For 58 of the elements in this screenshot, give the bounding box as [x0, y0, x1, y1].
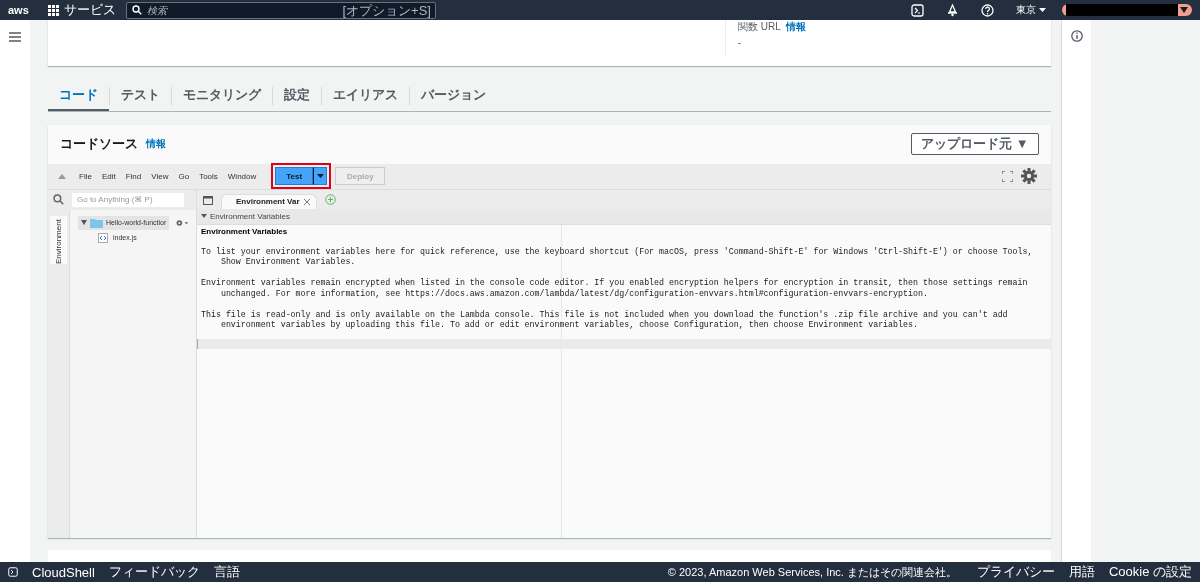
tab[interactable]: バージョン	[410, 81, 497, 112]
tab[interactable]: テスト	[110, 81, 171, 112]
editor-tab[interactable]: Environment Var	[221, 193, 317, 209]
gear-icon[interactable]	[175, 217, 190, 228]
menu-item[interactable]: File	[74, 171, 97, 181]
menu-item[interactable]: Tools	[194, 171, 223, 181]
copyright-text: © 2023, Amazon Web Services, Inc. またはその関連会社。	[667, 564, 957, 580]
services-menu[interactable]: サービス	[48, 1, 116, 19]
test-dropdown[interactable]	[313, 167, 328, 186]
aws-logo[interactable]: aws	[8, 4, 38, 16]
code-text: Environment variables remain encrypted when listed in the console code editor. If you enabled encryption helpers for encryption in transit, then those settings remain unchanged. For more information, see https://docs.aws.amazon.com/lambda/latest/dg/configuration-envvars.html#configuration-envvars-encryption.	[201, 278, 1029, 300]
menu-item[interactable]: Go	[173, 171, 195, 181]
tab[interactable]: 設定	[273, 81, 321, 112]
terminal-icon	[8, 567, 18, 577]
file-icon	[98, 232, 108, 243]
code-text: To list your environment variables here for quick reference, use the keyboard shortcut (For macOS, press 'Command-Shift-E' for Windows 'Ctrl-Shift-E') or choose Tools, Show Environment Variables.	[201, 246, 1034, 268]
caret-icon	[316, 174, 324, 179]
menu-item[interactable]: Edit	[96, 171, 121, 181]
settings-icon[interactable]	[1021, 168, 1037, 185]
help-icon[interactable]	[981, 3, 994, 17]
goto-field[interactable]: Go to Anything (⌘ P)	[72, 192, 184, 207]
menu-item[interactable]: Find	[120, 171, 147, 181]
info-icon[interactable]	[1070, 30, 1083, 42]
menu-item[interactable]: Window	[222, 171, 262, 181]
footer-link[interactable]: 言語	[213, 563, 240, 581]
search-icon	[132, 4, 142, 15]
grid-icon	[48, 4, 59, 16]
caret-icon	[1180, 7, 1188, 13]
search-icon	[53, 194, 64, 206]
test-button[interactable]: Test	[275, 167, 314, 186]
side-tab[interactable]: Environment	[48, 209, 70, 539]
caret-icon	[1039, 8, 1046, 12]
field-value: -	[738, 38, 742, 48]
info-link[interactable]: 情報	[785, 20, 806, 34]
menu-icon[interactable]	[9, 32, 21, 42]
footer-link[interactable]: Cookie の設定	[1108, 563, 1192, 581]
caret-icon	[201, 214, 207, 219]
footer-link[interactable]: 用語	[1068, 563, 1095, 581]
close-icon[interactable]	[303, 198, 310, 205]
shortcut-hint: [オプション+S]	[342, 1, 431, 20]
tab[interactable]: エイリアス	[322, 81, 409, 112]
footer-link[interactable]: CloudShell	[32, 564, 95, 580]
upload-button[interactable]: アップロード元 ▼	[911, 133, 1039, 156]
terminal-icon[interactable]	[911, 3, 924, 17]
panel-icon[interactable]	[203, 195, 213, 205]
fullscreen-icon[interactable]	[1002, 170, 1013, 182]
panel-title: コードソース	[60, 135, 138, 154]
info-link[interactable]: 情報	[146, 137, 166, 152]
footer-link[interactable]: プライバシー	[976, 563, 1055, 581]
tab[interactable]: モニタリング	[172, 81, 272, 112]
code-heading: Environment Variables	[201, 226, 289, 236]
code-text: This file is read-only and is only available on the Lambda console. This file is not included when you download the function's .zip file archive and you can't add environment variables by uploading this file. To add or edit environment variables, choose Configuration, then choose Environment variables.	[201, 309, 1009, 331]
bell-icon[interactable]	[946, 3, 959, 17]
footer-link[interactable]: フィードバック	[108, 563, 200, 581]
menu-item[interactable]: View	[146, 171, 174, 181]
region-menu[interactable]: 東京	[1016, 3, 1046, 17]
field-label: 関数 URL	[738, 20, 781, 34]
folder-icon	[90, 217, 103, 228]
